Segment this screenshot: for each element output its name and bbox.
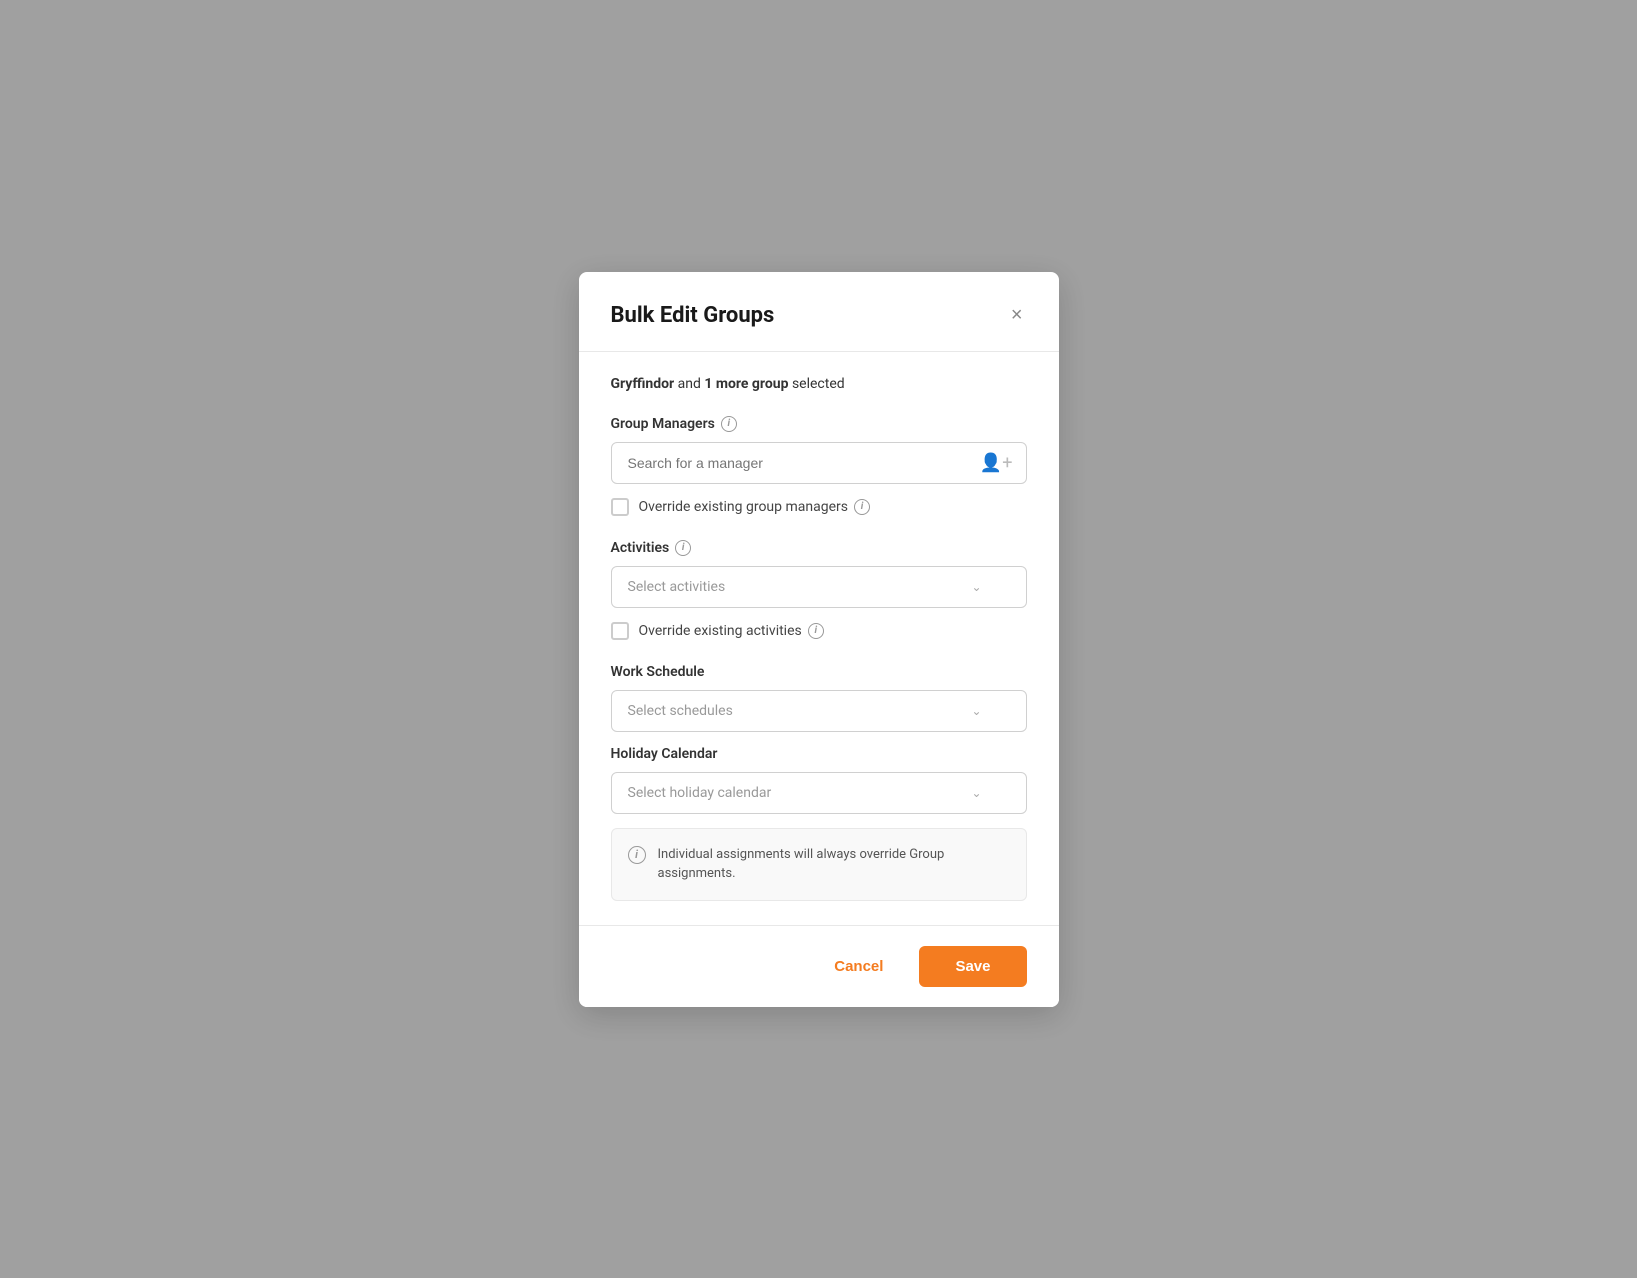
modal-body: Gryffindor and 1 more group selected Gro… (579, 352, 1059, 925)
selected-info: Gryffindor and 1 more group selected (611, 376, 1027, 392)
modal-header: Bulk Edit Groups × (579, 272, 1059, 352)
modal-overlay[interactable]: Bulk Edit Groups × Gryffindor and 1 more… (0, 0, 1637, 1278)
info-note: i Individual assignments will always ove… (611, 828, 1027, 901)
schedules-chevron-icon: ⌄ (971, 704, 981, 718)
holiday-calendar-dropdown[interactable]: Select holiday calendar ⌄ (611, 772, 1027, 814)
close-button[interactable]: × (1007, 300, 1027, 331)
activities-section: Activities i Select activities ⌄ Overrid… (611, 540, 1027, 640)
selected-info-suffix: selected (792, 376, 845, 392)
selected-group-name: Gryffindor (611, 376, 675, 392)
override-activities-info-icon: i (808, 623, 824, 639)
selected-info-rest: and (678, 376, 705, 392)
info-note-text: Individual assignments will always overr… (658, 845, 1010, 884)
override-activities-row: Override existing activities i (611, 622, 1027, 640)
group-managers-section: Group Managers i 👤+ Override existing gr… (611, 416, 1027, 516)
override-managers-info-icon: i (854, 499, 870, 515)
group-managers-label: Group Managers i (611, 416, 1027, 432)
override-activities-checkbox[interactable] (611, 622, 629, 640)
schedules-placeholder: Select schedules (628, 703, 733, 719)
group-managers-info-icon: i (721, 416, 737, 432)
modal-footer: Cancel Save (579, 925, 1059, 1007)
work-schedule-label: Work Schedule (611, 664, 1027, 680)
bulk-edit-modal: Bulk Edit Groups × Gryffindor and 1 more… (579, 272, 1059, 1007)
save-button[interactable]: Save (919, 946, 1026, 987)
override-managers-label: Override existing group managers i (639, 499, 870, 515)
manager-search-wrapper: 👤+ (611, 442, 1027, 484)
manager-search-input[interactable] (611, 442, 1027, 484)
override-activities-label: Override existing activities i (639, 623, 824, 639)
holiday-calendar-label: Holiday Calendar (611, 746, 1027, 762)
cancel-button[interactable]: Cancel (814, 948, 903, 985)
override-managers-checkbox[interactable] (611, 498, 629, 516)
schedules-dropdown[interactable]: Select schedules ⌄ (611, 690, 1027, 732)
activities-label: Activities i (611, 540, 1027, 556)
modal-title: Bulk Edit Groups (611, 303, 775, 328)
activities-chevron-icon: ⌄ (971, 580, 981, 594)
holiday-calendar-placeholder: Select holiday calendar (628, 785, 772, 801)
override-managers-row: Override existing group managers i (611, 498, 1027, 516)
info-note-icon: i (628, 846, 646, 864)
activities-placeholder: Select activities (628, 579, 726, 595)
activities-dropdown[interactable]: Select activities ⌄ (611, 566, 1027, 608)
activities-info-icon: i (675, 540, 691, 556)
work-schedule-section: Work Schedule Select schedules ⌄ (611, 664, 1027, 732)
selected-more-groups: 1 more group (704, 376, 788, 392)
person-add-icon: 👤+ (980, 452, 1013, 473)
holiday-calendar-section: Holiday Calendar Select holiday calendar… (611, 746, 1027, 814)
holiday-calendar-chevron-icon: ⌄ (971, 786, 981, 800)
